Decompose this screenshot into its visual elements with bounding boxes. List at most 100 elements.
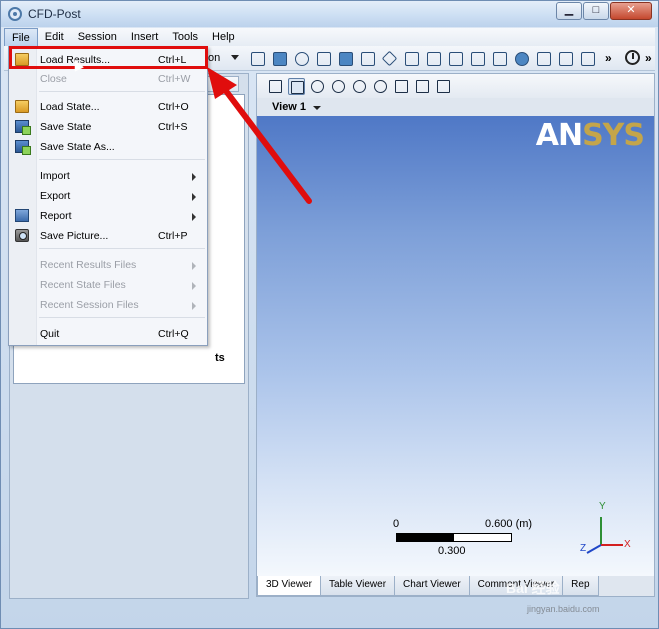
table-icon[interactable] [556,49,574,67]
file-menu-dropdown: Load Results... Ctrl+L Close Ctrl+W Load… [8,46,208,346]
submenu-arrow-icon [192,213,196,221]
particle-track-icon[interactable] [314,49,332,67]
menu-item-save-picture[interactable]: Save Picture... Ctrl+P [9,226,207,246]
chevron-down-icon[interactable] [231,55,239,60]
menu-item-import[interactable]: Import [9,166,207,186]
report-icon [15,209,29,222]
tab-table-viewer[interactable]: Table Viewer [319,576,396,596]
save-state-as-icon [15,140,31,155]
menu-item-quit[interactable]: Quit Ctrl+Q [9,324,207,344]
fit-view-icon[interactable] [393,78,410,95]
expression-icon[interactable] [512,49,530,67]
viewer-panel: View 1 ANSYS 0 0.600 (m) 0.300 Y X Z 3D … [256,73,655,597]
view-selector[interactable]: View 1 [272,101,306,113]
tab-chart-viewer[interactable]: Chart Viewer [394,576,470,596]
zoom-in-icon[interactable] [351,78,368,95]
rotate-icon[interactable] [288,78,305,95]
menu-item-recent-session[interactable]: Recent Session Files [9,295,207,315]
viewer-toolbar [257,74,654,98]
window-title: CFD-Post [28,7,81,21]
menu-separator [39,317,205,318]
chart-icon[interactable] [578,49,596,67]
clock-icon[interactable] [625,50,640,65]
3d-viewport[interactable]: ANSYS 0 0.600 (m) 0.300 Y X Z [257,116,654,576]
location-dropdown-label[interactable]: on [208,52,220,64]
menu-session[interactable]: Session [71,28,124,46]
select-icon[interactable] [267,78,284,95]
submenu-arrow-icon [192,282,196,290]
streamline-icon[interactable] [292,49,310,67]
text-icon[interactable] [358,49,376,67]
zoom-icon[interactable] [330,78,347,95]
coordinate-frame-icon[interactable] [380,49,398,67]
submenu-arrow-icon [192,262,196,270]
save-state-icon [15,120,31,135]
title-bar: CFD-Post ▁ □ ✕ [1,1,658,27]
menu-separator [39,159,205,160]
viewer-toolbar-icons [267,78,456,95]
menu-tools[interactable]: Tools [165,28,205,46]
scale-bar: 0 0.600 (m) 0.300 [393,518,573,558]
toolbar-overflow-icon[interactable]: » [605,51,612,65]
viewer-tabs: 3D Viewer Table Viewer Chart Viewer Comm… [257,576,654,596]
camera-icon [15,229,29,242]
menu-separator [39,248,205,249]
help-cursor-icon[interactable] [435,78,452,95]
menu-item-recent-state[interactable]: Recent State Files [9,275,207,295]
menu-item-save-state[interactable]: Save State Ctrl+S [9,117,207,137]
clip-plane-icon[interactable] [446,49,464,67]
minimize-button[interactable]: ▁ [556,2,582,20]
left-panel-partial-text: ts [215,352,225,364]
menu-item-save-state-as[interactable]: Save State As... [9,137,207,157]
instance-transform-icon[interactable] [424,49,442,67]
pan-icon[interactable] [309,78,326,95]
zoom-box-icon[interactable] [372,78,389,95]
menu-item-report[interactable]: Report [9,206,207,226]
toolbar-overflow-icon-2[interactable]: » [645,51,652,65]
z-axis-label: Z [580,543,587,554]
tab-report-viewer[interactable]: Rep [562,576,599,596]
color-map-icon[interactable] [468,49,486,67]
vector-icon[interactable] [248,49,266,67]
chevron-down-icon[interactable] [313,106,321,110]
toolbar-icons [248,49,600,67]
ansys-logo: ANSYS [535,118,645,153]
menu-help[interactable]: Help [205,28,242,46]
folder-open-icon [15,100,29,113]
submenu-arrow-icon [192,193,196,201]
y-axis-label: Y [599,501,606,512]
menu-file[interactable]: File [4,28,38,46]
view-selector-bar: View 1 [257,98,654,116]
menu-item-export[interactable]: Export [9,186,207,206]
menu-edit[interactable]: Edit [38,28,71,46]
calculator-icon[interactable] [534,49,552,67]
submenu-arrow-icon [192,173,196,181]
viewport-layout-icon[interactable] [414,78,431,95]
menu-item-load-state[interactable]: Load State... Ctrl+O [9,97,207,117]
variable-icon[interactable] [490,49,508,67]
cfd-post-app-icon [8,7,22,21]
maximize-button[interactable]: □ [583,2,609,20]
menu-bar: File Edit Session Insert Tools Help [4,28,655,46]
menu-separator [39,91,205,92]
tab-3d-viewer[interactable]: 3D Viewer [257,576,321,596]
left-panel-tab[interactable] [205,76,239,92]
axis-triad: Y X Z [575,499,635,559]
scale-mid-label: 0.300 [438,545,466,557]
x-axis-label: X [624,539,631,550]
scale-max-label: 0.600 (m) [485,518,533,530]
menu-insert[interactable]: Insert [124,28,166,46]
scale-min-label: 0 [393,518,400,530]
contour-icon[interactable] [270,49,288,67]
legend-icon[interactable] [402,49,420,67]
baidu-watermark-url: jingyan.baidu.com [527,604,600,614]
menu-item-recent-results[interactable]: Recent Results Files [9,255,207,275]
close-window-button[interactable]: ✕ [610,2,652,20]
window-controls: ▁ □ ✕ [555,2,652,20]
volume-rendering-icon[interactable] [336,49,354,67]
menu-item-close[interactable]: Close Ctrl+W [9,69,207,89]
scale-bar-graphic [396,533,512,542]
load-results-highlight-box [9,46,208,69]
submenu-arrow-icon [192,302,196,310]
baidu-watermark: Bai 经验 [506,580,560,596]
